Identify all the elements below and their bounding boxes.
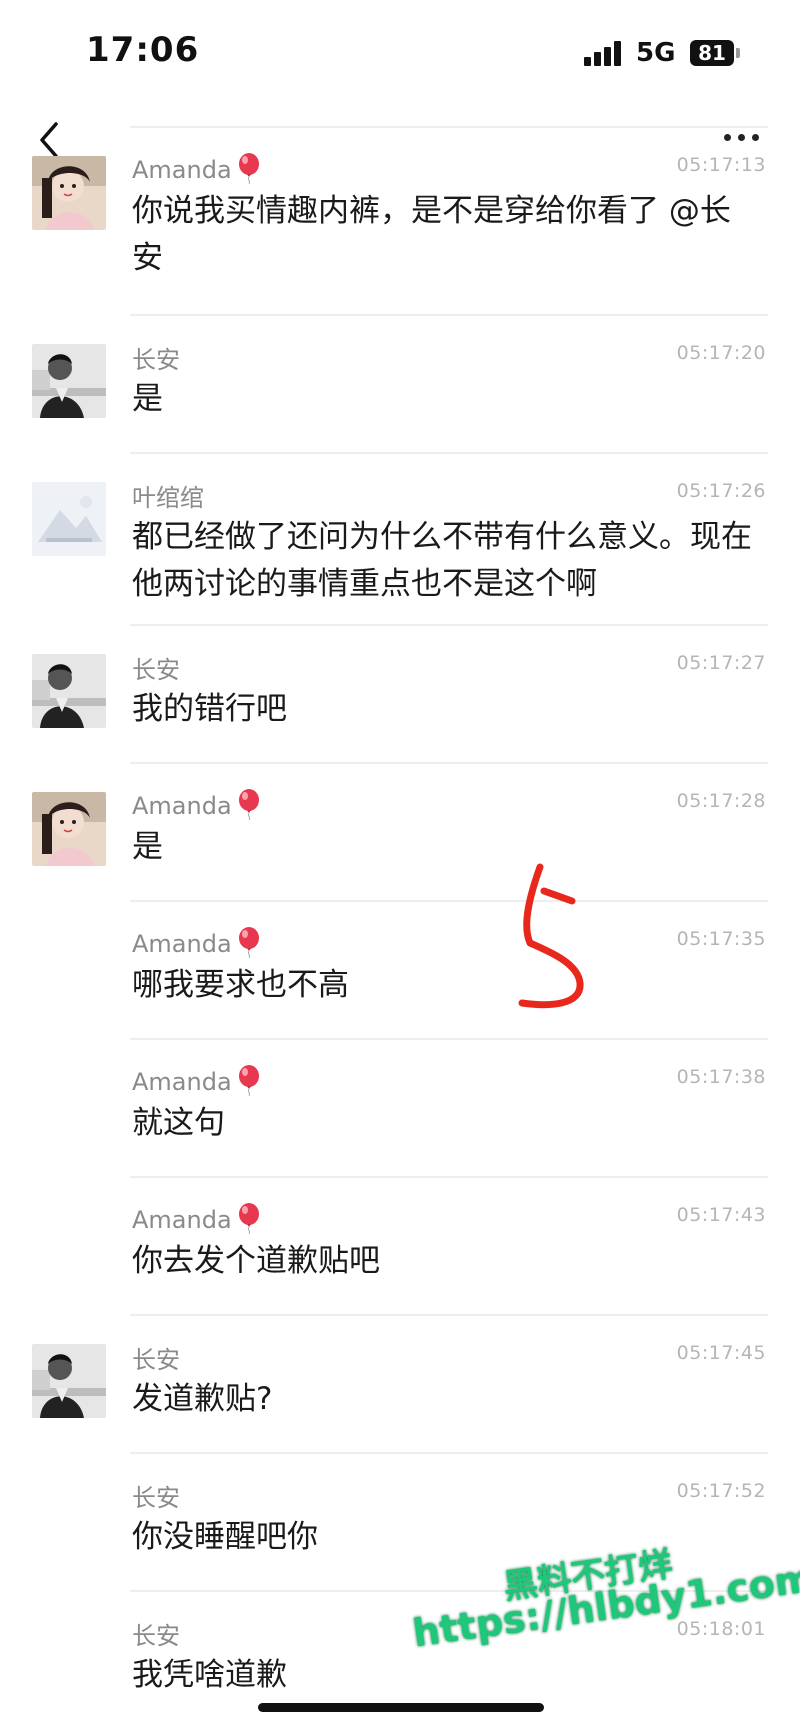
message-text: 发道歉贴?	[132, 1381, 273, 1417]
sender-name: Amanda	[132, 788, 262, 826]
balloon-icon	[236, 1202, 262, 1240]
sender-name: 长安	[132, 1484, 180, 1512]
message-text: 哪我要求也不高	[132, 967, 349, 1003]
message-text: 你去发个道歉贴吧	[132, 1243, 380, 1279]
sender-name: 长安	[132, 1622, 180, 1650]
signal-icon	[584, 40, 624, 66]
message-text: 都已经做了还问为什么不带有什么意义。现在他两讨论的事情重点也不是这个啊	[132, 519, 752, 602]
message-item[interactable]: Amanda 05:17:13 你说我买情趣内裤，是不是穿给你看了 @长安	[0, 126, 800, 314]
sender-name: Amanda	[132, 1064, 262, 1102]
message-divider	[130, 126, 768, 128]
sender-name: 长安	[132, 656, 180, 684]
status-time: 17:06	[86, 30, 200, 70]
message-item[interactable]: 长安 05:17:27 我的错行吧	[0, 624, 800, 762]
message-divider	[130, 624, 768, 626]
message-divider	[130, 900, 768, 902]
message-item[interactable]: 长安 05:17:20 是	[0, 314, 800, 452]
message-item[interactable]: 叶绾绾 05:17:26 都已经做了还问为什么不带有什么意义。现在他两讨论的事情重点…	[0, 452, 800, 624]
message-divider	[130, 1038, 768, 1040]
sender-name: Amanda	[132, 1202, 262, 1240]
message-divider	[130, 762, 768, 764]
battery-icon: 81	[690, 40, 742, 66]
sender-name: 长安	[132, 1346, 180, 1374]
home-indicator[interactable]	[258, 1703, 544, 1712]
message-timestamp: 05:17:52	[676, 1480, 766, 1502]
avatar[interactable]	[32, 654, 106, 728]
message-text: 是	[132, 829, 163, 865]
sender-name: Amanda	[132, 926, 262, 964]
message-timestamp: 05:17:38	[676, 1066, 766, 1088]
avatar[interactable]	[32, 792, 106, 866]
message-divider	[130, 1452, 768, 1454]
message-divider	[130, 314, 768, 316]
message-item[interactable]: Amanda 05:17:28 是	[0, 762, 800, 900]
avatar[interactable]	[32, 344, 106, 418]
message-timestamp: 05:17:26	[676, 480, 766, 502]
message-timestamp: 05:17:27	[676, 652, 766, 674]
message-timestamp: 05:17:45	[676, 1342, 766, 1364]
message-timestamp: 05:17:28	[676, 790, 766, 812]
sender-name: 长安	[132, 346, 180, 374]
message-text: 我的错行吧	[132, 691, 287, 727]
avatar[interactable]	[32, 156, 106, 230]
message-divider	[130, 1314, 768, 1316]
avatar[interactable]	[32, 482, 106, 556]
handwritten-mark	[518, 863, 584, 1009]
message-item[interactable]: Amanda 05:17:43 你去发个道歉贴吧	[0, 1176, 800, 1314]
status-bar: 17:06 5G 81	[0, 0, 800, 110]
battery-level: 81	[698, 41, 726, 65]
message-text: 就这句	[132, 1105, 225, 1141]
message-divider	[130, 452, 768, 454]
balloon-icon	[236, 926, 262, 964]
sender-name: Amanda	[132, 152, 262, 190]
sender-name: 叶绾绾	[132, 484, 204, 512]
message-timestamp: 05:17:13	[676, 154, 766, 176]
watermark: 黑料不打烊 https://hlbdy1.com	[410, 1544, 800, 1710]
message-timestamp: 05:17:20	[676, 342, 766, 364]
message-divider	[130, 1176, 768, 1178]
balloon-icon	[236, 788, 262, 826]
message-item[interactable]: Amanda 05:17:38 就这句	[0, 1038, 800, 1176]
message-item[interactable]: Amanda 05:17:35 哪我要求也不高	[0, 900, 800, 1038]
message-text: 是	[132, 381, 163, 417]
balloon-icon	[236, 152, 262, 190]
avatar[interactable]	[32, 1344, 106, 1418]
message-timestamp: 05:17:35	[676, 928, 766, 950]
message-text: 你说我买情趣内裤，是不是穿给你看了 @长安	[132, 193, 731, 276]
balloon-icon	[236, 1064, 262, 1102]
message-timestamp: 05:17:43	[676, 1204, 766, 1226]
message-item[interactable]: 长安 05:17:45 发道歉贴?	[0, 1314, 800, 1452]
network-type: 5G	[636, 38, 676, 68]
message-list: Amanda 05:17:13 你说我买情趣内裤，是不是穿给你看了 @长安长安 05:…	[0, 126, 800, 1730]
